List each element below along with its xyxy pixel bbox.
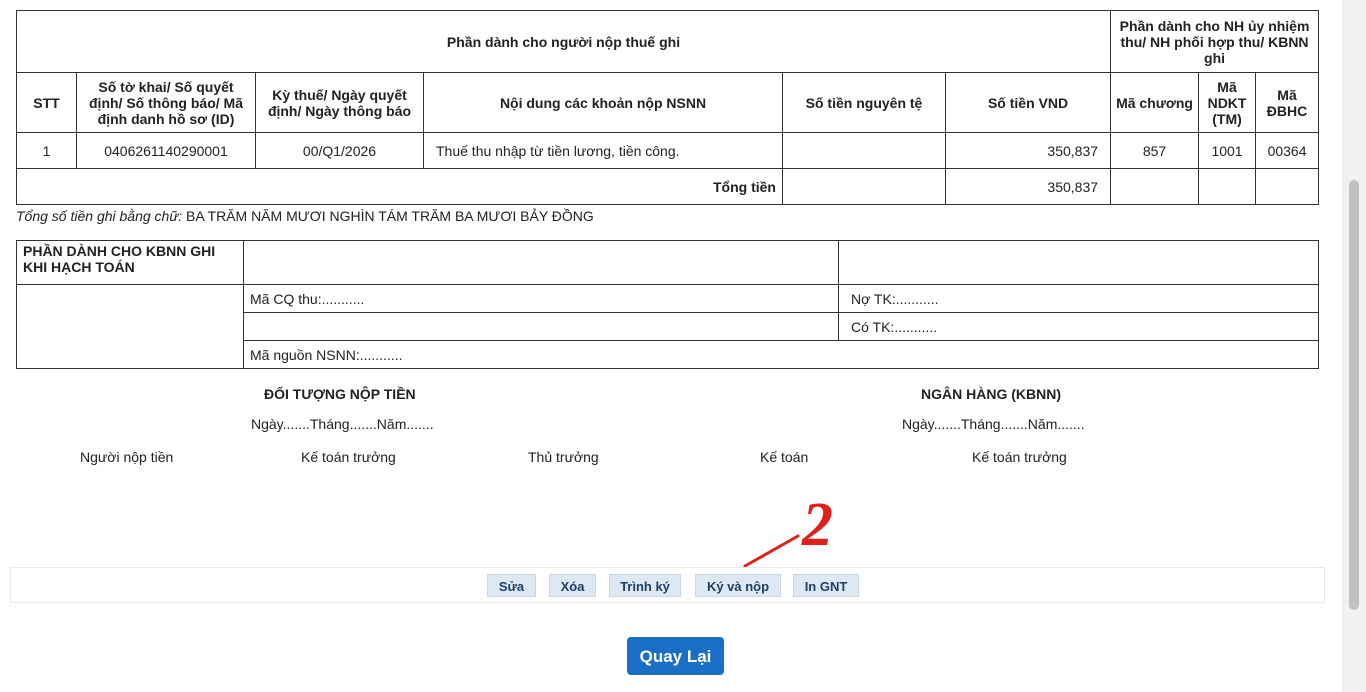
col-ma-ndkt: Mã NDKT (TM) — [1198, 72, 1257, 133]
total-vnd: 350,837 — [944, 168, 1112, 205]
sig-ke-toan-truong-left: Kế toán trưởng — [301, 449, 396, 465]
amount-words-label: Tổng số tiền ghi bằng chữ: — [16, 208, 183, 224]
tax-payment-table: Phần dành cho người nộp thuế ghi Phần dà… — [15, 10, 1320, 205]
sig-nguoi-nop-tien: Người nộp tiền — [80, 449, 174, 465]
cell-ky-thue: 00/Q1/2026 — [255, 132, 424, 169]
cell-so-tien-nguyen-te — [782, 132, 946, 169]
total-nguyen-te — [782, 168, 946, 205]
amount-words-value: BA TRĂM NĂM MƯƠI NGHÌN TÁM TRĂM BA MƯƠI … — [182, 208, 594, 224]
cell-ma-ndkt: 1001 — [1198, 132, 1257, 169]
col-ma-chuong: Mã chương — [1110, 72, 1200, 133]
date-right: Ngày.......Tháng.......Năm....... — [902, 416, 1085, 432]
total-empty-2 — [1198, 168, 1257, 205]
total-row: Tổng tiền 350,837 — [16, 168, 1320, 205]
sig-thu-truong: Thủ trưởng — [528, 449, 599, 465]
cell-stt: 1 — [16, 132, 77, 169]
kbnn-empty-3 — [243, 312, 839, 341]
annotation-number: 2 — [801, 491, 833, 559]
scrollbar-thumb[interactable] — [1349, 180, 1359, 610]
col-stt: STT — [16, 72, 77, 133]
cell-noi-dung: Thuế thu nhập từ tiền lương, tiền công. — [423, 132, 783, 169]
payer-section-header: Phần dành cho người nộp thuế ghi — [15, 10, 1112, 73]
co-tk: Có TK:........... — [838, 312, 1319, 341]
cell-ma-dbhc: 00364 — [1255, 132, 1320, 169]
print-gnt-button[interactable]: In GNT — [793, 574, 859, 597]
kbnn-empty-left — [16, 284, 244, 369]
cell-ma-chuong: 857 — [1110, 132, 1200, 169]
action-toolbar: Sửa Xóa Trình ký Ký và nộp In GNT — [10, 567, 1325, 603]
submit-for-signing-button[interactable]: Trình ký — [609, 574, 681, 597]
ma-cq-thu: Mã CQ thu:........... — [243, 284, 839, 313]
col-ky-thue: Kỳ thuế/ Ngày quyết định/ Ngày thông báo — [255, 72, 424, 133]
col-so-tien-vnd: Số tiền VND — [944, 72, 1112, 133]
vertical-scrollbar[interactable] — [1342, 0, 1366, 692]
cell-so-to-khai: 0406261140290001 — [76, 132, 256, 169]
annotation-arrow-2: 2 — [743, 491, 833, 568]
kbnn-header: PHẦN DÀNH CHO KBNN GHI KHI HẠCH TOÁN — [16, 240, 244, 285]
amount-in-words: Tổng số tiền ghi bằng chữ: BA TRĂM NĂM M… — [16, 208, 594, 224]
ma-nguon-nsnn: Mã nguồn NSNN:........... — [243, 340, 1319, 369]
total-label: Tổng tiền — [16, 168, 783, 205]
col-so-to-khai: Số tờ khai/ Số quyết định/ Số thông báo/… — [76, 72, 256, 133]
edit-button[interactable]: Sửa — [487, 574, 536, 597]
kbnn-section-table: PHẦN DÀNH CHO KBNN GHI KHI HẠCH TOÁN Mã … — [16, 240, 1319, 369]
back-button[interactable]: Quay Lại — [627, 637, 724, 675]
annotation-arrow-line — [743, 534, 800, 568]
bank-section-header: Phần dành cho NH ủy nhiệm thu/ NH phối h… — [1110, 10, 1320, 73]
total-empty-1 — [1110, 168, 1200, 205]
total-empty-3 — [1255, 168, 1320, 205]
table-row: 1 0406261140290001 00/Q1/2026 Thuế thu n… — [16, 132, 1320, 169]
kbnn-empty-1 — [243, 240, 839, 285]
kbnn-empty-2 — [838, 240, 1319, 285]
date-left: Ngày.......Tháng.......Năm....... — [251, 416, 434, 432]
delete-button[interactable]: Xóa — [549, 574, 596, 597]
col-ma-dbhc: Mã ĐBHC — [1255, 72, 1320, 133]
cell-so-tien-vnd: 350,837 — [944, 132, 1112, 169]
col-noi-dung: Nội dung các khoản nộp NSNN — [423, 72, 783, 133]
payer-title: ĐỐI TƯỢNG NỘP TIỀN — [264, 386, 416, 402]
sig-ke-toan-truong-right: Kế toán trưởng — [972, 449, 1067, 465]
sign-and-submit-button[interactable]: Ký và nộp — [695, 574, 781, 597]
col-so-tien-nguyen-te: Số tiền nguyên tệ — [782, 72, 946, 133]
no-tk: Nợ TK:........... — [838, 284, 1319, 313]
sig-ke-toan: Kế toán — [760, 449, 809, 465]
bank-title: NGÂN HÀNG (KBNN) — [921, 386, 1061, 402]
